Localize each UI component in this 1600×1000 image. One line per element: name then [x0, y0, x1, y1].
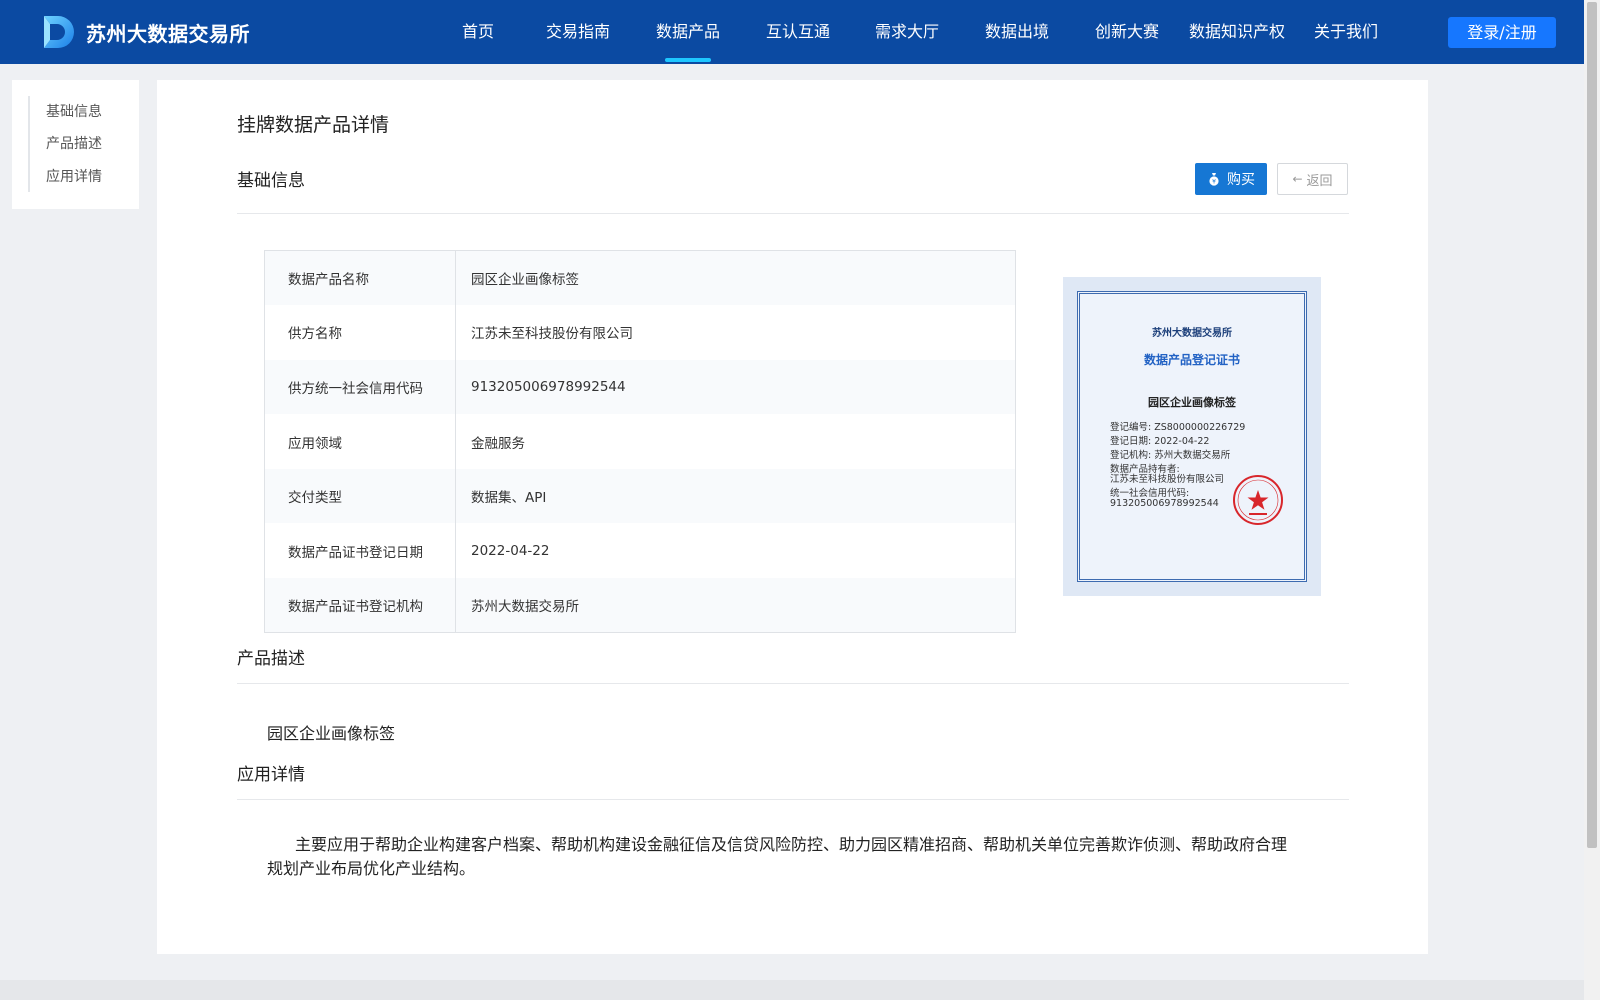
sidebar-item-basic-info[interactable]: 基础信息	[46, 101, 102, 121]
money-bag-icon: ¥	[1209, 173, 1219, 186]
certificate-product-name: 园区企业画像标签	[1148, 396, 1236, 409]
row-value: 2022-04-22	[455, 523, 1016, 579]
site-name: 苏州大数据交易所	[86, 21, 250, 46]
row-key: 数据产品证书登记日期	[264, 523, 456, 579]
logo-icon	[44, 16, 74, 48]
row-value: 苏州大数据交易所	[455, 578, 1016, 633]
official-seal-icon	[1233, 475, 1283, 525]
row-key: 供方名称	[264, 305, 456, 360]
row-key: 数据产品名称	[264, 250, 456, 306]
buy-button-label: 购买	[1227, 172, 1255, 188]
page-title: 挂牌数据产品详情	[237, 114, 390, 136]
nav-innovation-contest[interactable]: 创新大赛	[1091, 0, 1163, 64]
row-value: 金融服务	[455, 414, 1016, 469]
table-row: 数据产品名称 园区企业画像标签	[264, 250, 1016, 306]
product-desc-divider	[237, 683, 1349, 684]
table-row: 供方统一社会信用代码 913205006978992544	[264, 359, 1016, 415]
sidebar-item-app-details[interactable]: 应用详情	[46, 166, 102, 186]
nav-home[interactable]: 首页	[452, 0, 504, 64]
row-value: 数据集、API	[455, 468, 1016, 524]
product-info-table: 数据产品名称 园区企业画像标签 供方名称 江苏未至科技股份有限公司 供方统一社会…	[264, 250, 1016, 634]
app-details-heading: 应用详情	[237, 765, 305, 785]
row-key: 交付类型	[264, 468, 456, 524]
back-button-label: 返回	[1306, 173, 1333, 189]
table-row: 供方名称 江苏未至科技股份有限公司	[264, 305, 1016, 360]
scrollbar-thumb[interactable]	[1587, 2, 1597, 848]
site-logo[interactable]: 苏州大数据交易所	[40, 13, 250, 51]
top-nav-bar: 苏州大数据交易所 首页 交易指南 数据产品 互认互通 需求大厅 数据出境 创新大…	[0, 0, 1584, 64]
nav-trade-guide[interactable]: 交易指南	[542, 0, 614, 64]
sidebar-item-product-desc[interactable]: 产品描述	[46, 133, 102, 153]
nav-about-us[interactable]: 关于我们	[1310, 0, 1382, 64]
sidebar-divider	[28, 96, 30, 192]
row-key: 应用领域	[264, 414, 456, 469]
product-desc-text: 园区企业画像标签	[267, 724, 396, 743]
table-row: 数据产品证书登记机构 苏州大数据交易所	[264, 578, 1016, 633]
basic-info-divider	[237, 213, 1349, 214]
main-content-card: 挂牌数据产品详情 基础信息 ¥ 购买 ← 返回 数据产品名称 园区企业画像标签 …	[157, 80, 1428, 954]
nav-data-products[interactable]: 数据产品	[652, 0, 724, 64]
basic-info-heading: 基础信息	[237, 171, 305, 191]
row-value: 913205006978992544	[455, 359, 1016, 415]
page-scrollbar[interactable]	[1584, 0, 1600, 1000]
table-row: 数据产品证书登记日期 2022-04-22	[264, 523, 1016, 579]
certificate-line: 登记日期: 2022-04-22	[1110, 436, 1210, 447]
login-register-button[interactable]: 登录/注册	[1448, 17, 1556, 48]
nav-data-export[interactable]: 数据出境	[981, 0, 1053, 64]
certificate-frame: 苏州大数据交易所 数据产品登记证书 园区企业画像标签 登记编号: ZS80000…	[1077, 291, 1307, 582]
nav-demand-hall[interactable]: 需求大厅	[871, 0, 943, 64]
svg-text:¥: ¥	[1212, 178, 1216, 185]
certificate-line: 登记编号: ZS8000000226729	[1110, 422, 1246, 433]
nav-mutual-recognition[interactable]: 互认互通	[762, 0, 834, 64]
certificate-line: 江苏未至科技股份有限公司	[1110, 474, 1225, 485]
section-sidebar: 基础信息 产品描述 应用详情	[12, 80, 139, 209]
certificate-image[interactable]: 苏州大数据交易所 数据产品登记证书 园区企业画像标签 登记编号: ZS80000…	[1063, 277, 1321, 596]
app-details-text: 主要应用于帮助企业构建客户档案、帮助机构建设金融征信及信贷风险防控、助力园区精准…	[267, 835, 1288, 878]
certificate-line: 913205006978992544	[1110, 498, 1219, 509]
nav-data-ip[interactable]: 数据知识产权	[1186, 0, 1288, 64]
product-desc-heading: 产品描述	[237, 649, 305, 669]
certificate-org: 苏州大数据交易所	[1152, 328, 1232, 339]
row-value: 江苏未至科技股份有限公司	[455, 305, 1016, 360]
arrow-left-icon: ←	[1292, 172, 1303, 186]
back-button[interactable]: ← 返回	[1277, 163, 1348, 195]
row-key: 数据产品证书登记机构	[264, 578, 456, 633]
row-key: 供方统一社会信用代码	[264, 359, 456, 415]
certificate-title: 数据产品登记证书	[1143, 353, 1240, 367]
certificate-line: 登记机构: 苏州大数据交易所	[1110, 450, 1231, 461]
row-value: 园区企业画像标签	[455, 250, 1016, 306]
page-footer-strip	[0, 980, 1584, 1000]
app-details-divider	[237, 799, 1349, 800]
table-row: 应用领域 金融服务	[264, 414, 1016, 469]
buy-button[interactable]: ¥ 购买	[1195, 163, 1267, 195]
table-row: 交付类型 数据集、API	[264, 468, 1016, 524]
